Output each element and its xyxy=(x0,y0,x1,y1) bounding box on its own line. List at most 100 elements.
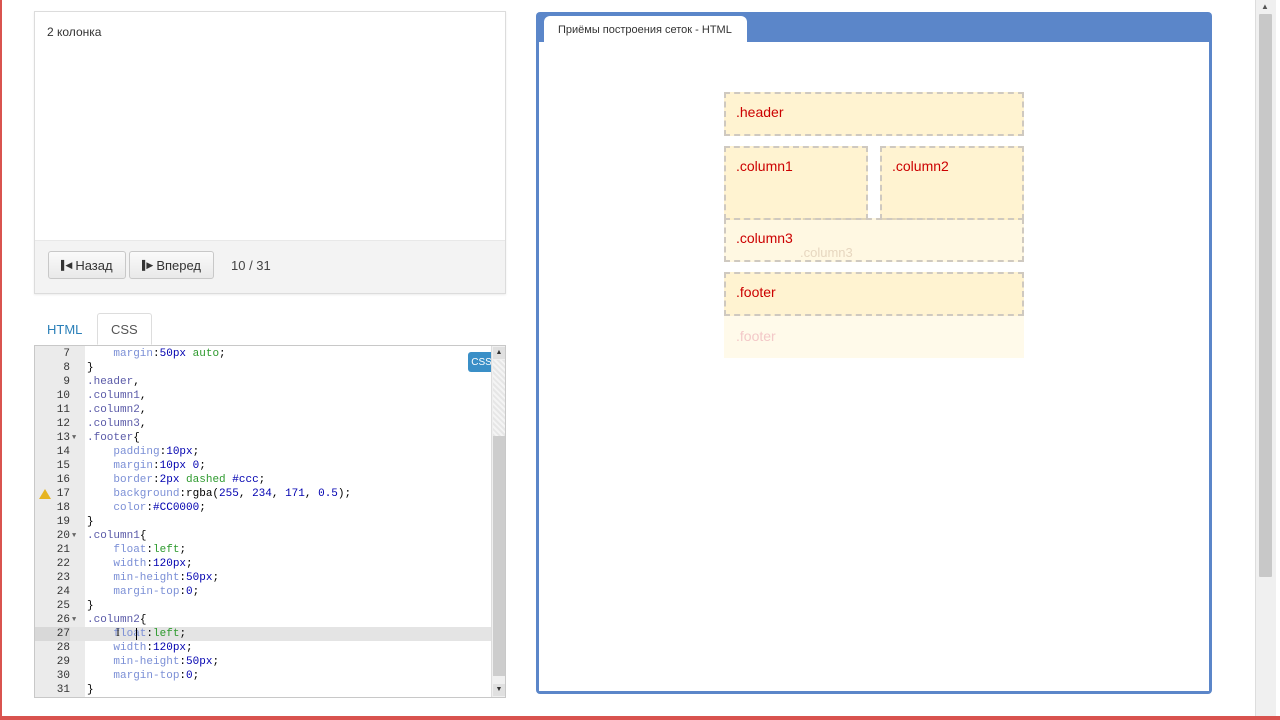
code-line[interactable]: 8} xyxy=(35,361,491,375)
page-scrollbar[interactable]: ▲ xyxy=(1255,0,1276,716)
tab-html[interactable]: HTML xyxy=(34,313,95,345)
line-number: 29 xyxy=(56,656,70,668)
code-line[interactable]: 24 margin-top:0; xyxy=(35,585,491,599)
code-token: min-height xyxy=(113,656,180,668)
code-line[interactable]: 11 .column2, xyxy=(35,403,491,417)
code-token: margin-top xyxy=(113,670,180,682)
scrollbar-track xyxy=(493,360,505,436)
code-token: margin xyxy=(113,460,154,472)
scroll-down-arrow-icon[interactable]: ▼ xyxy=(493,684,505,696)
code-line[interactable]: 17 background:rgba(255, 234, 171, 0.5); xyxy=(35,487,491,501)
line-number: 23 xyxy=(56,572,70,584)
window-frame-left xyxy=(0,0,2,720)
preview-body: .header .column1 .column2 .column3 .colu… xyxy=(539,42,1209,691)
code-token: 0 xyxy=(186,586,193,598)
code-text: color:#CC0000; xyxy=(87,501,205,515)
fold-arrow-icon[interactable]: ▼ xyxy=(72,431,76,445)
code-text: margin:10px 0; xyxy=(87,459,206,473)
lesson-step-title: 2 колонка xyxy=(47,25,102,39)
forward-button[interactable]: ▌▶ Вперед xyxy=(129,251,215,279)
code-token: 50px xyxy=(159,348,187,360)
line-number: 9 xyxy=(63,376,70,388)
fold-arrow-icon[interactable]: ▼ xyxy=(72,529,76,543)
scrollbar-thumb[interactable] xyxy=(493,436,505,676)
code-line[interactable]: 27 float:left; I xyxy=(35,625,491,641)
line-number: 17 xyxy=(56,488,70,500)
text-caret xyxy=(136,628,137,640)
css-code-editor[interactable]: 7 margin:50px auto; 8} 9 .header, 10 .column1… xyxy=(34,345,506,698)
code-line[interactable]: 23 min-height:50px; xyxy=(35,571,491,585)
code-token: } xyxy=(87,362,94,374)
fold-arrow-icon[interactable]: ▼ xyxy=(72,613,76,627)
page-scrollbar-thumb[interactable] xyxy=(1259,14,1272,577)
code-token: ; xyxy=(192,670,200,682)
code-line[interactable]: 14 padding:10px; xyxy=(35,445,491,459)
demo-column2-block: .column2 xyxy=(880,146,1024,220)
code-text: } xyxy=(87,599,94,613)
code-line[interactable]: 22 width:120px; xyxy=(35,557,491,571)
code-line[interactable]: 21 float:left; xyxy=(35,543,491,557)
code-token: 0.5 xyxy=(318,488,338,500)
code-line[interactable]: 10 .column1, xyxy=(35,389,491,403)
demo-header-block: .header xyxy=(724,92,1024,136)
code-token: auto xyxy=(192,348,220,360)
line-number: 8 xyxy=(63,362,70,374)
code-line[interactable]: 25} xyxy=(35,599,491,613)
code-line[interactable]: 28 width:120px; xyxy=(35,641,491,655)
code-token: { xyxy=(139,614,147,626)
demo-ghost-footer-block: .footer xyxy=(724,316,1024,358)
code-text: .column1, xyxy=(87,389,146,403)
demo-column1-block: .column1 xyxy=(724,146,868,220)
code-token: } xyxy=(87,684,94,696)
page-scroll-up-icon[interactable]: ▲ xyxy=(1261,2,1269,11)
code-token: dashed xyxy=(186,474,226,486)
code-line[interactable]: 12 .column3, xyxy=(35,417,491,431)
code-token: .column1 xyxy=(87,530,140,542)
code-line[interactable]: 18 color:#CC0000; xyxy=(35,501,491,515)
code-line[interactable]: 29 min-height:50px; xyxy=(35,655,491,669)
code-line[interactable]: 13 ▼ .footer{ xyxy=(35,431,491,445)
code-token: left xyxy=(153,628,180,640)
code-token: ; xyxy=(192,446,200,458)
code-token: 171 xyxy=(285,488,305,500)
back-button[interactable]: ▌◀ Назад xyxy=(48,251,126,279)
code-token: #CC0000 xyxy=(153,502,200,514)
code-token: ; xyxy=(199,460,206,472)
code-token: , xyxy=(271,488,286,500)
code-line[interactable]: 31} xyxy=(35,683,491,697)
code-line[interactable]: 26 ▼ .column2{ xyxy=(35,613,491,627)
code-lines: 7 margin:50px auto; 8} 9 .header, 10 .column1… xyxy=(35,347,491,697)
code-line[interactable]: 16 border:2px dashed #ccc; xyxy=(35,473,491,487)
code-line[interactable]: 15 margin:10px 0; xyxy=(35,459,491,473)
demo-ghost-column-label: .column3 xyxy=(800,245,853,260)
preview-tab[interactable]: Приёмы построения сеток - HTML xyxy=(544,16,747,43)
code-token: , xyxy=(304,488,319,500)
editor-scrollbar[interactable]: ▲ ▼ xyxy=(491,346,505,697)
line-number: 22 xyxy=(56,558,70,570)
code-line[interactable]: 20 ▼ .column1{ xyxy=(35,529,491,543)
code-line[interactable]: 19} xyxy=(35,515,491,529)
code-text: border:2px dashed #ccc; xyxy=(87,473,265,487)
tab-css[interactable]: CSS xyxy=(97,313,152,345)
line-number: 16 xyxy=(56,474,70,486)
code-line[interactable]: 30 margin-top:0; xyxy=(35,669,491,683)
code-token: ; xyxy=(212,572,220,584)
code-line[interactable]: 7 margin:50px auto; xyxy=(35,347,491,361)
code-text: margin-top:0; xyxy=(87,669,199,683)
code-token: , xyxy=(139,390,147,402)
line-number: 12 xyxy=(56,418,70,430)
demo-column3-block: .column3 xyxy=(724,218,1024,262)
code-token: 10px xyxy=(166,446,193,458)
code-token: .footer xyxy=(87,432,134,444)
code-line[interactable]: 9 .header, xyxy=(35,375,491,389)
scroll-up-arrow-icon[interactable]: ▲ xyxy=(493,347,505,359)
line-number: 28 xyxy=(56,642,70,654)
skip-back-icon: ▌◀ xyxy=(61,259,72,270)
